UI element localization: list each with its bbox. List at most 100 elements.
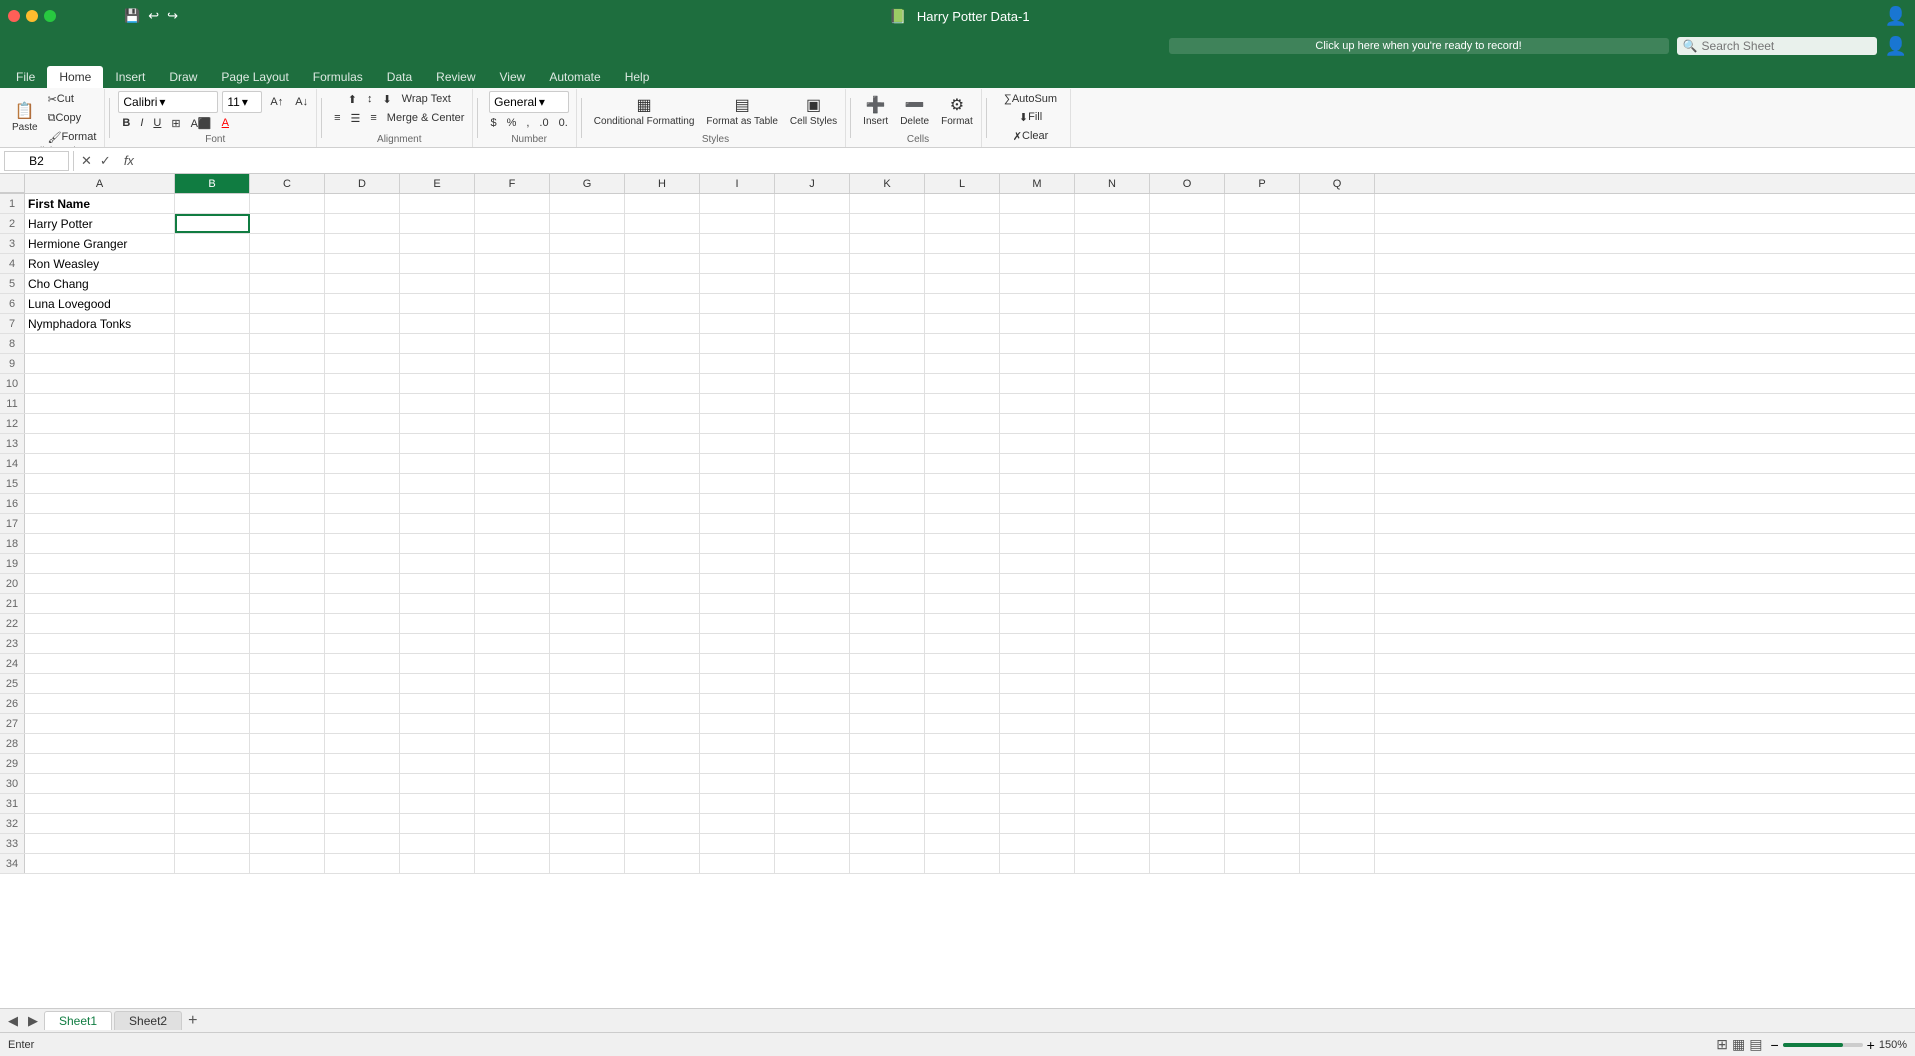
col-header-G[interactable]: G [550,174,625,193]
cell-J4[interactable] [775,254,850,273]
cell-A24[interactable] [25,654,175,673]
cell-M9[interactable] [1000,354,1075,373]
confirm-formula-btn[interactable]: ✓ [97,152,114,170]
redo-btn[interactable]: ↪ [165,6,180,26]
cell-G2[interactable] [550,214,625,233]
cell-C34[interactable] [250,854,325,873]
cell-J31[interactable] [775,794,850,813]
cell-L11[interactable] [925,394,1000,413]
cell-I7[interactable] [700,314,775,333]
cell-P1[interactable] [1225,194,1300,213]
cell-B20[interactable] [175,574,250,593]
tab-view[interactable]: View [488,66,538,88]
cell-Q29[interactable] [1300,754,1375,773]
cell-C4[interactable] [250,254,325,273]
cell-C26[interactable] [250,694,325,713]
cell-C11[interactable] [250,394,325,413]
cell-H2[interactable] [625,214,700,233]
col-header-E[interactable]: E [400,174,475,193]
cell-Q11[interactable] [1300,394,1375,413]
cell-L23[interactable] [925,634,1000,653]
row-number-33[interactable]: 33 [0,834,25,853]
cell-L22[interactable] [925,614,1000,633]
cell-L14[interactable] [925,454,1000,473]
cell-B5[interactable] [175,274,250,293]
cell-O15[interactable] [1150,474,1225,493]
cell-F17[interactable] [475,514,550,533]
cell-J14[interactable] [775,454,850,473]
cell-K11[interactable] [850,394,925,413]
col-header-C[interactable]: C [250,174,325,193]
cell-A10[interactable] [25,374,175,393]
cell-I22[interactable] [700,614,775,633]
cell-N15[interactable] [1075,474,1150,493]
cell-M16[interactable] [1000,494,1075,513]
number-format-selector[interactable]: General ▾ [489,91,569,113]
cell-P8[interactable] [1225,334,1300,353]
cell-Q32[interactable] [1300,814,1375,833]
cell-reference-box[interactable] [4,151,69,171]
cell-A28[interactable] [25,734,175,753]
cell-C2[interactable] [250,214,325,233]
cell-H17[interactable] [625,514,700,533]
cell-J34[interactable] [775,854,850,873]
cell-Q28[interactable] [1300,734,1375,753]
cell-F31[interactable] [475,794,550,813]
cell-A31[interactable] [25,794,175,813]
cell-K28[interactable] [850,734,925,753]
cell-G26[interactable] [550,694,625,713]
cell-J11[interactable] [775,394,850,413]
record-area[interactable]: Click up here when you're ready to recor… [1169,38,1669,54]
cell-B23[interactable] [175,634,250,653]
cell-L30[interactable] [925,774,1000,793]
cell-E14[interactable] [400,454,475,473]
cell-O34[interactable] [1150,854,1225,873]
cell-H11[interactable] [625,394,700,413]
minimize-window-btn[interactable] [26,10,38,22]
col-header-N[interactable]: N [1075,174,1150,193]
cell-G13[interactable] [550,434,625,453]
row-number-30[interactable]: 30 [0,774,25,793]
row-number-4[interactable]: 4 [0,254,25,273]
cell-Q17[interactable] [1300,514,1375,533]
cell-J8[interactable] [775,334,850,353]
font-color-btn[interactable]: A [218,115,233,131]
cell-L34[interactable] [925,854,1000,873]
cell-O6[interactable] [1150,294,1225,313]
cell-G23[interactable] [550,634,625,653]
cell-G15[interactable] [550,474,625,493]
cell-Q15[interactable] [1300,474,1375,493]
cell-L2[interactable] [925,214,1000,233]
cell-N2[interactable] [1075,214,1150,233]
cell-M27[interactable] [1000,714,1075,733]
cell-O5[interactable] [1150,274,1225,293]
cell-B17[interactable] [175,514,250,533]
cell-C1[interactable] [250,194,325,213]
cell-N5[interactable] [1075,274,1150,293]
cell-P23[interactable] [1225,634,1300,653]
cell-A33[interactable] [25,834,175,853]
cell-F21[interactable] [475,594,550,613]
cell-E8[interactable] [400,334,475,353]
cell-A14[interactable] [25,454,175,473]
cell-K5[interactable] [850,274,925,293]
cell-O26[interactable] [1150,694,1225,713]
cell-N23[interactable] [1075,634,1150,653]
cell-O17[interactable] [1150,514,1225,533]
format-painter-button[interactable]: 🖌 Format [44,129,101,146]
cell-H23[interactable] [625,634,700,653]
cell-O25[interactable] [1150,674,1225,693]
cell-J6[interactable] [775,294,850,313]
cell-M8[interactable] [1000,334,1075,353]
cell-P7[interactable] [1225,314,1300,333]
cell-P5[interactable] [1225,274,1300,293]
cell-E30[interactable] [400,774,475,793]
cell-H9[interactable] [625,354,700,373]
cell-K19[interactable] [850,554,925,573]
cell-L27[interactable] [925,714,1000,733]
cell-A5[interactable]: Cho Chang [25,274,175,293]
cell-F23[interactable] [475,634,550,653]
col-header-K[interactable]: K [850,174,925,193]
cell-D21[interactable] [325,594,400,613]
cell-L12[interactable] [925,414,1000,433]
